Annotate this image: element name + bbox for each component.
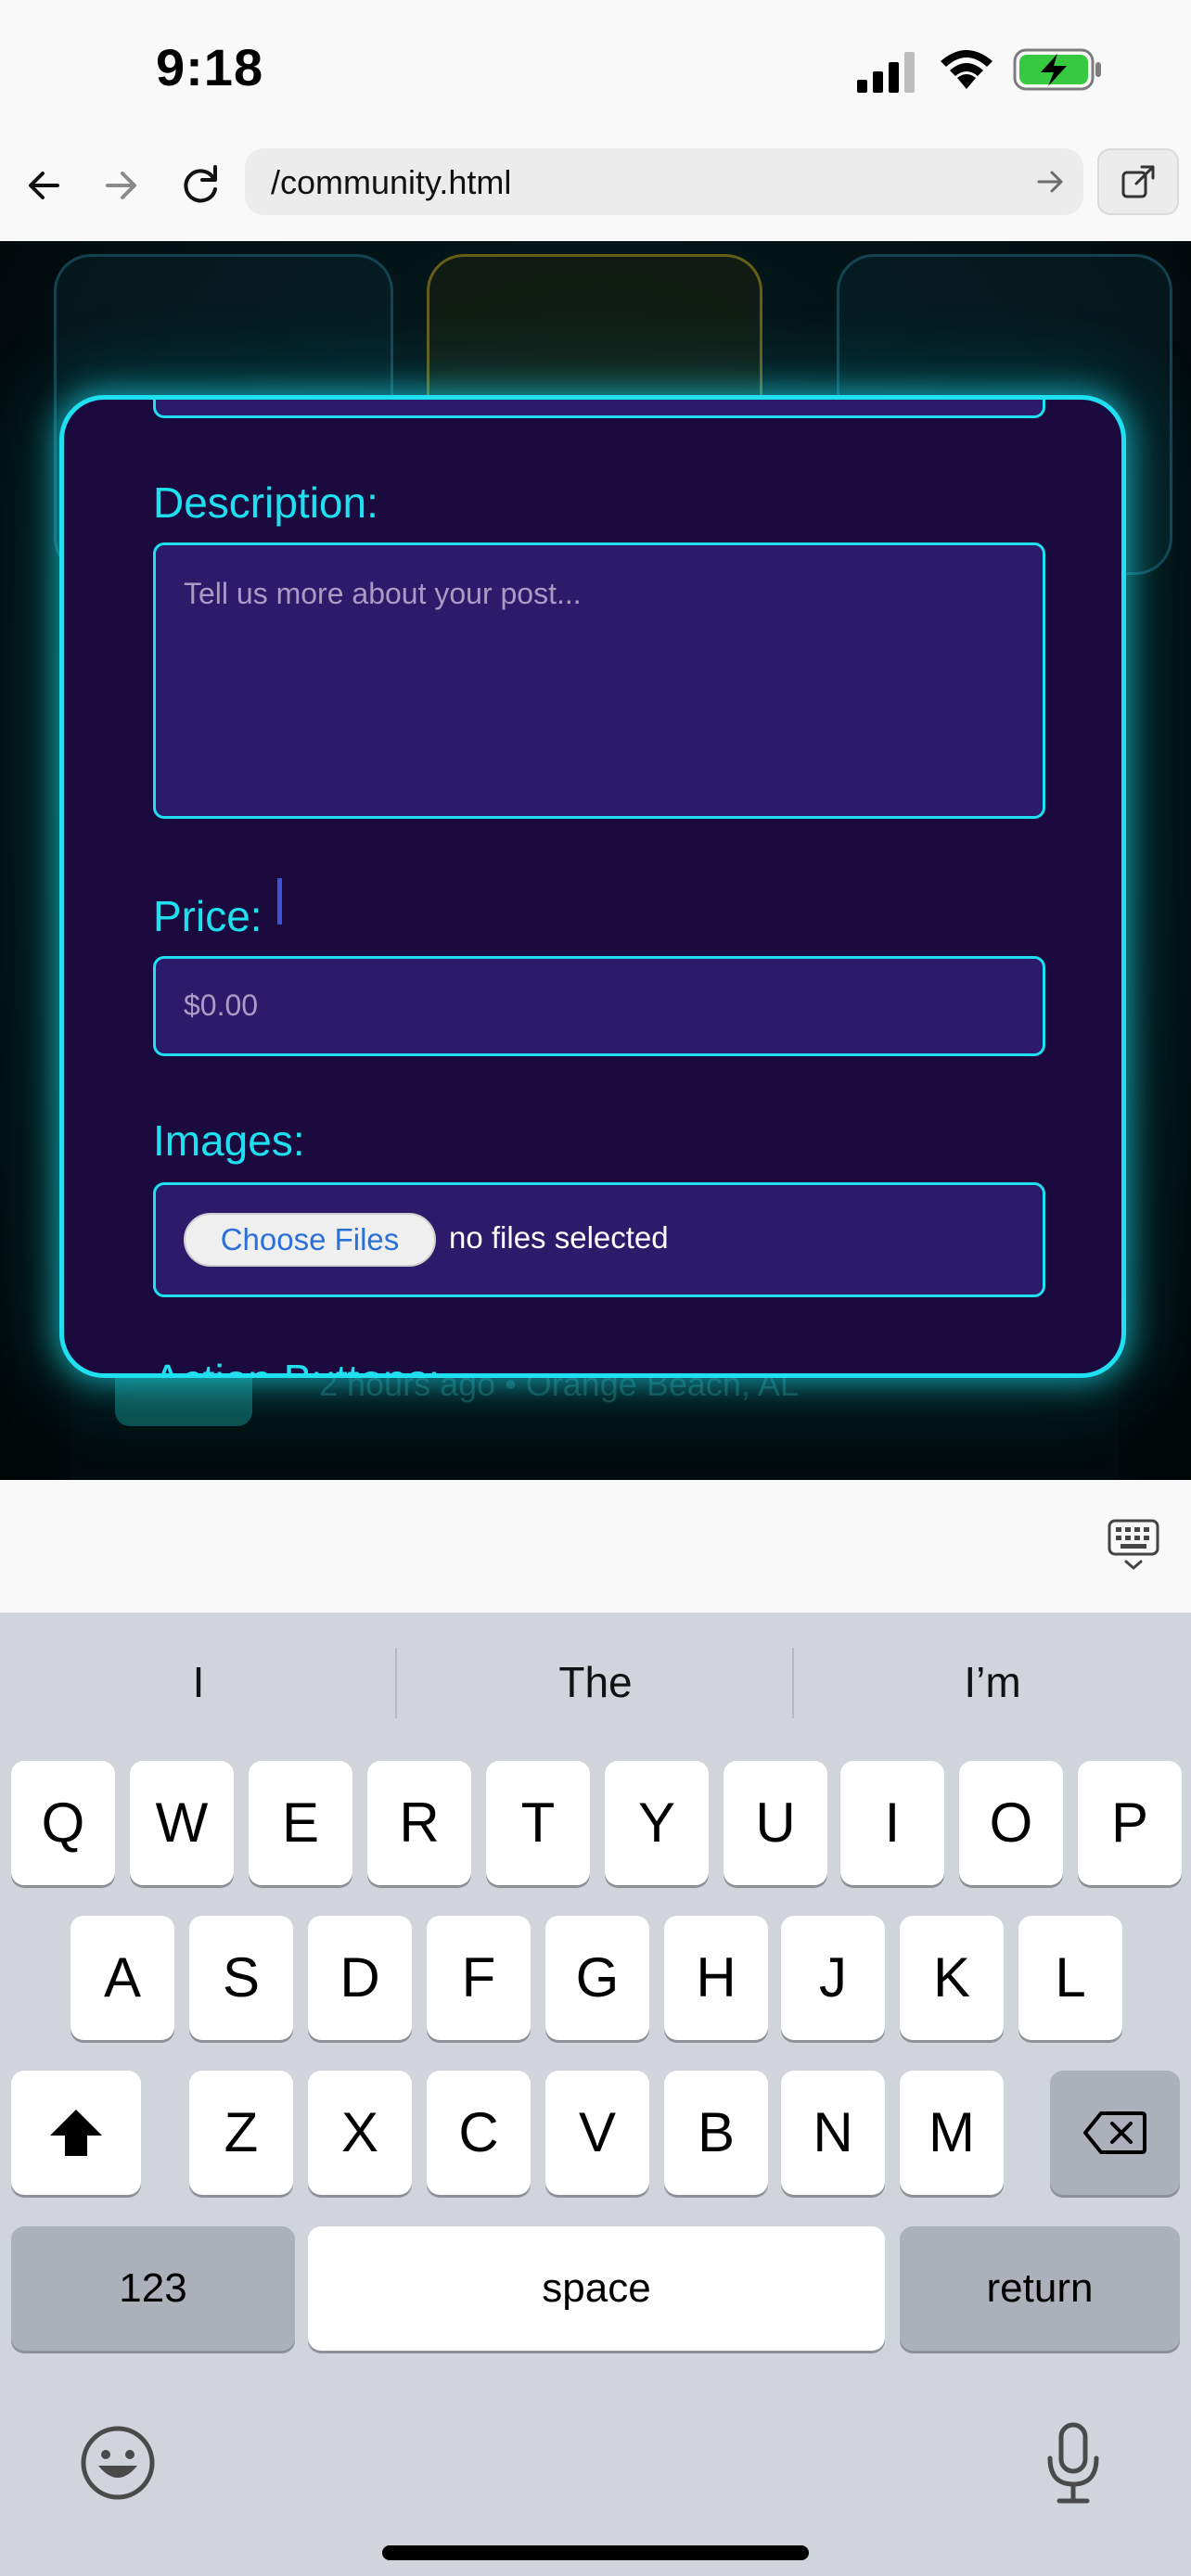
previous-field-edge <box>153 400 1045 418</box>
key-s[interactable]: S <box>189 1916 293 2040</box>
key-z[interactable]: Z <box>189 2071 293 2195</box>
key-n[interactable]: N <box>781 2071 885 2195</box>
home-indicator <box>382 2545 809 2560</box>
browser-toolbar: /community.html <box>0 137 1191 241</box>
predictive-suggestions: I The I’m <box>0 1613 1191 1757</box>
key-k[interactable]: K <box>900 1916 1004 2040</box>
key-c[interactable]: C <box>427 2071 531 2195</box>
wifi-icon <box>941 50 992 89</box>
keyboard-accessory-bar <box>0 1480 1191 1613</box>
open-external-button[interactable] <box>1097 148 1179 215</box>
delete-key[interactable] <box>1050 2071 1180 2195</box>
keyboard-dismiss-icon[interactable] <box>1108 1517 1159 1573</box>
suggestion-item[interactable]: I’m <box>794 1657 1191 1707</box>
status-time: 9:18 <box>156 38 264 96</box>
key-h[interactable]: H <box>664 1916 768 2040</box>
description-label: Description: <box>153 478 378 527</box>
key-j[interactable]: J <box>781 1916 885 2040</box>
key-e[interactable]: E <box>249 1761 352 1885</box>
status-bar: 9:18 <box>0 0 1191 137</box>
cellular-signal-icon <box>857 52 915 93</box>
action-buttons-label: Action Buttons: <box>153 1355 440 1373</box>
key-f[interactable]: F <box>427 1916 531 2040</box>
back-arrow-icon[interactable] <box>17 158 72 213</box>
go-arrow-icon[interactable] <box>1033 165 1067 198</box>
key-l[interactable]: L <box>1018 1916 1122 2040</box>
space-key[interactable]: space <box>308 2226 885 2351</box>
key-o[interactable]: O <box>959 1761 1063 1885</box>
file-status-text: no files selected <box>449 1220 669 1255</box>
key-q[interactable]: Q <box>11 1761 115 1885</box>
shift-key[interactable] <box>11 2071 141 2195</box>
address-bar[interactable]: /community.html <box>245 148 1083 215</box>
suggestion-item[interactable]: I <box>0 1657 397 1707</box>
key-m[interactable]: M <box>900 2071 1004 2195</box>
price-label: Price: <box>153 892 263 940</box>
choose-files-button[interactable]: Choose Files <box>184 1213 436 1267</box>
numbers-key[interactable]: 123 <box>11 2226 295 2351</box>
reload-icon[interactable] <box>173 158 228 213</box>
emoji-icon[interactable] <box>80 2425 156 2501</box>
key-x[interactable]: X <box>308 2071 412 2195</box>
key-i[interactable]: I <box>840 1761 944 1885</box>
description-textarea[interactable]: Tell us more about your post... <box>153 542 1045 819</box>
key-u[interactable]: U <box>724 1761 827 1885</box>
battery-charging-icon <box>1013 48 1101 91</box>
suggestion-item[interactable]: The <box>397 1657 794 1707</box>
text-cursor <box>277 878 282 925</box>
open-external-icon <box>1121 165 1155 198</box>
price-input[interactable]: $0.00 <box>153 956 1045 1056</box>
key-w[interactable]: W <box>130 1761 234 1885</box>
key-r[interactable]: R <box>367 1761 471 1885</box>
shift-arrow-icon <box>50 2110 102 2156</box>
key-p[interactable]: P <box>1078 1761 1182 1885</box>
key-t[interactable]: T <box>486 1761 590 1885</box>
key-y[interactable]: Y <box>605 1761 709 1885</box>
key-a[interactable]: A <box>70 1916 174 2040</box>
software-keyboard: I The I’m Q W E R T Y U I O P A S D F G … <box>0 1613 1191 2576</box>
description-placeholder: Tell us more about your post... <box>184 577 582 610</box>
key-v[interactable]: V <box>545 2071 649 2195</box>
forward-arrow-icon[interactable] <box>93 158 148 213</box>
price-placeholder: $0.00 <box>184 988 259 1022</box>
create-post-modal: Description: Tell us more about your pos… <box>59 395 1126 1378</box>
address-bar-url: /community.html <box>271 163 512 201</box>
backspace-icon <box>1083 2111 1146 2154</box>
images-label: Images: <box>153 1116 305 1165</box>
images-file-input[interactable]: Choose Files no files selected <box>153 1182 1045 1297</box>
return-key[interactable]: return <box>900 2226 1180 2351</box>
key-b[interactable]: B <box>664 2071 768 2195</box>
microphone-icon[interactable] <box>1043 2421 1104 2506</box>
key-d[interactable]: D <box>308 1916 412 2040</box>
key-g[interactable]: G <box>545 1916 649 2040</box>
